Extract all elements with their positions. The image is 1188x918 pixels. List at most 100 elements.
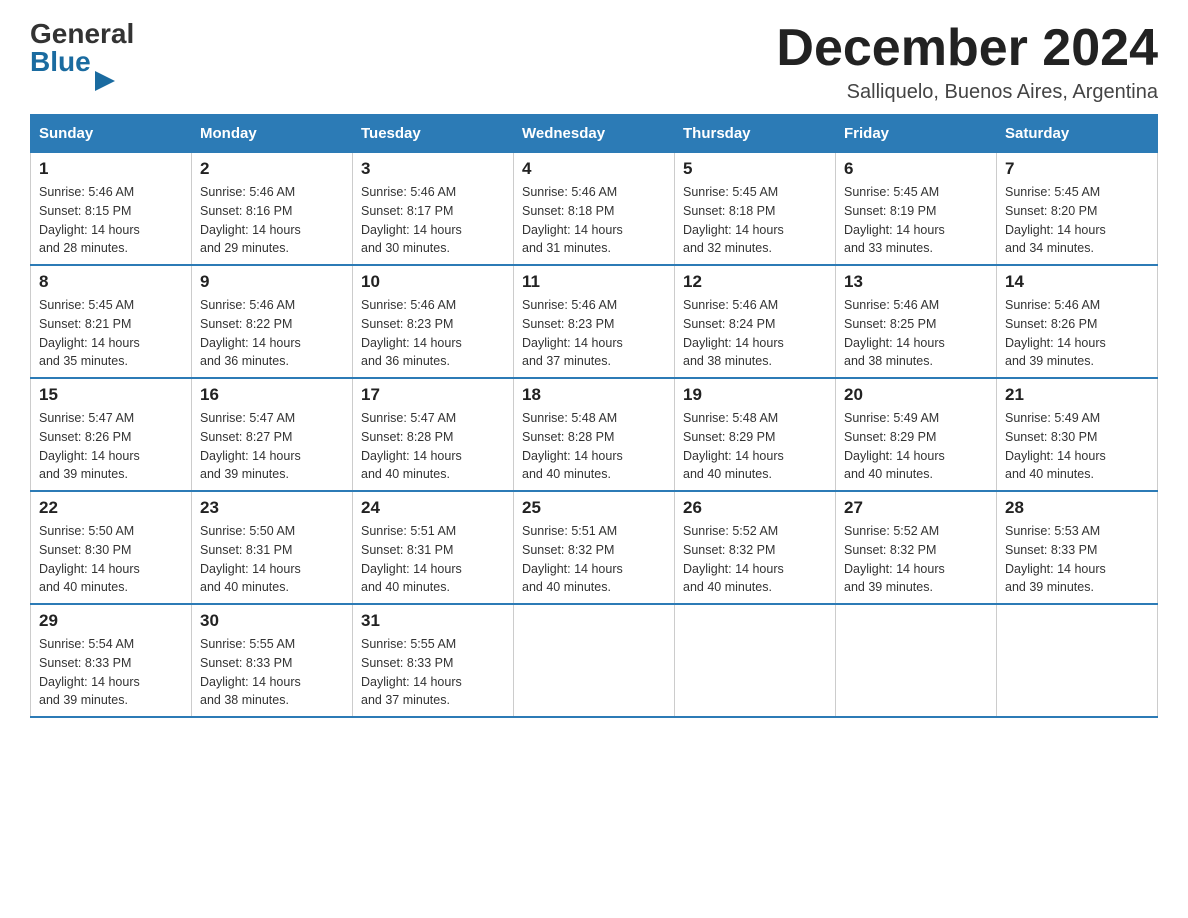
day-number: 19 <box>683 385 827 405</box>
table-row: 19 Sunrise: 5:48 AMSunset: 8:29 PMDaylig… <box>675 378 836 491</box>
day-info: Sunrise: 5:45 AMSunset: 8:20 PMDaylight:… <box>1005 183 1149 258</box>
table-row: 4 Sunrise: 5:46 AMSunset: 8:18 PMDayligh… <box>514 153 675 266</box>
day-number: 22 <box>39 498 183 518</box>
logo-general-text: General <box>30 20 134 48</box>
col-wednesday: Wednesday <box>514 115 675 153</box>
day-info: Sunrise: 5:50 AMSunset: 8:31 PMDaylight:… <box>200 522 344 597</box>
logo-blue-text: Blue <box>30 48 95 76</box>
day-info: Sunrise: 5:46 AMSunset: 8:23 PMDaylight:… <box>522 296 666 371</box>
col-saturday: Saturday <box>997 115 1158 153</box>
header-row: Sunday Monday Tuesday Wednesday Thursday… <box>31 115 1158 153</box>
col-monday: Monday <box>192 115 353 153</box>
day-info: Sunrise: 5:45 AMSunset: 8:21 PMDaylight:… <box>39 296 183 371</box>
day-number: 30 <box>200 611 344 631</box>
day-number: 3 <box>361 159 505 179</box>
day-info: Sunrise: 5:46 AMSunset: 8:25 PMDaylight:… <box>844 296 988 371</box>
day-info: Sunrise: 5:47 AMSunset: 8:26 PMDaylight:… <box>39 409 183 484</box>
day-info: Sunrise: 5:46 AMSunset: 8:24 PMDaylight:… <box>683 296 827 371</box>
day-info: Sunrise: 5:46 AMSunset: 8:17 PMDaylight:… <box>361 183 505 258</box>
day-info: Sunrise: 5:46 AMSunset: 8:22 PMDaylight:… <box>200 296 344 371</box>
table-row: 21 Sunrise: 5:49 AMSunset: 8:30 PMDaylig… <box>997 378 1158 491</box>
day-number: 16 <box>200 385 344 405</box>
table-row: 25 Sunrise: 5:51 AMSunset: 8:32 PMDaylig… <box>514 491 675 604</box>
day-info: Sunrise: 5:49 AMSunset: 8:29 PMDaylight:… <box>844 409 988 484</box>
day-number: 5 <box>683 159 827 179</box>
table-row: 8 Sunrise: 5:45 AMSunset: 8:21 PMDayligh… <box>31 265 192 378</box>
day-info: Sunrise: 5:51 AMSunset: 8:31 PMDaylight:… <box>361 522 505 597</box>
day-info: Sunrise: 5:55 AMSunset: 8:33 PMDaylight:… <box>361 635 505 710</box>
day-info: Sunrise: 5:46 AMSunset: 8:16 PMDaylight:… <box>200 183 344 258</box>
day-number: 24 <box>361 498 505 518</box>
calendar-week-1: 1 Sunrise: 5:46 AMSunset: 8:15 PMDayligh… <box>31 153 1158 266</box>
col-sunday: Sunday <box>31 115 192 153</box>
calendar-table: Sunday Monday Tuesday Wednesday Thursday… <box>30 114 1158 718</box>
day-number: 6 <box>844 159 988 179</box>
day-number: 11 <box>522 272 666 292</box>
table-row: 3 Sunrise: 5:46 AMSunset: 8:17 PMDayligh… <box>353 153 514 266</box>
day-info: Sunrise: 5:52 AMSunset: 8:32 PMDaylight:… <box>683 522 827 597</box>
day-number: 26 <box>683 498 827 518</box>
day-info: Sunrise: 5:45 AMSunset: 8:18 PMDaylight:… <box>683 183 827 258</box>
table-row: 9 Sunrise: 5:46 AMSunset: 8:22 PMDayligh… <box>192 265 353 378</box>
day-number: 17 <box>361 385 505 405</box>
day-number: 25 <box>522 498 666 518</box>
day-info: Sunrise: 5:54 AMSunset: 8:33 PMDaylight:… <box>39 635 183 710</box>
day-number: 10 <box>361 272 505 292</box>
day-number: 7 <box>1005 159 1149 179</box>
table-row: 11 Sunrise: 5:46 AMSunset: 8:23 PMDaylig… <box>514 265 675 378</box>
day-info: Sunrise: 5:48 AMSunset: 8:28 PMDaylight:… <box>522 409 666 484</box>
day-number: 23 <box>200 498 344 518</box>
day-info: Sunrise: 5:53 AMSunset: 8:33 PMDaylight:… <box>1005 522 1149 597</box>
table-row <box>836 604 997 717</box>
table-row: 28 Sunrise: 5:53 AMSunset: 8:33 PMDaylig… <box>997 491 1158 604</box>
table-row: 27 Sunrise: 5:52 AMSunset: 8:32 PMDaylig… <box>836 491 997 604</box>
table-row <box>675 604 836 717</box>
day-number: 15 <box>39 385 183 405</box>
day-number: 12 <box>683 272 827 292</box>
day-number: 20 <box>844 385 988 405</box>
calendar-week-4: 22 Sunrise: 5:50 AMSunset: 8:30 PMDaylig… <box>31 491 1158 604</box>
day-number: 18 <box>522 385 666 405</box>
table-row: 15 Sunrise: 5:47 AMSunset: 8:26 PMDaylig… <box>31 378 192 491</box>
table-row: 6 Sunrise: 5:45 AMSunset: 8:19 PMDayligh… <box>836 153 997 266</box>
day-info: Sunrise: 5:48 AMSunset: 8:29 PMDaylight:… <box>683 409 827 484</box>
day-info: Sunrise: 5:46 AMSunset: 8:18 PMDaylight:… <box>522 183 666 258</box>
day-info: Sunrise: 5:46 AMSunset: 8:23 PMDaylight:… <box>361 296 505 371</box>
calendar-week-3: 15 Sunrise: 5:47 AMSunset: 8:26 PMDaylig… <box>31 378 1158 491</box>
table-row: 20 Sunrise: 5:49 AMSunset: 8:29 PMDaylig… <box>836 378 997 491</box>
day-info: Sunrise: 5:45 AMSunset: 8:19 PMDaylight:… <box>844 183 988 258</box>
month-title: December 2024 <box>776 20 1158 77</box>
table-row: 14 Sunrise: 5:46 AMSunset: 8:26 PMDaylig… <box>997 265 1158 378</box>
table-row: 10 Sunrise: 5:46 AMSunset: 8:23 PMDaylig… <box>353 265 514 378</box>
day-number: 1 <box>39 159 183 179</box>
day-info: Sunrise: 5:50 AMSunset: 8:30 PMDaylight:… <box>39 522 183 597</box>
page-header: General Blue December 2024 Salliquelo, B… <box>30 20 1158 104</box>
table-row <box>997 604 1158 717</box>
table-row: 1 Sunrise: 5:46 AMSunset: 8:15 PMDayligh… <box>31 153 192 266</box>
calendar-week-5: 29 Sunrise: 5:54 AMSunset: 8:33 PMDaylig… <box>31 604 1158 717</box>
col-thursday: Thursday <box>675 115 836 153</box>
col-friday: Friday <box>836 115 997 153</box>
table-row: 5 Sunrise: 5:45 AMSunset: 8:18 PMDayligh… <box>675 153 836 266</box>
day-number: 21 <box>1005 385 1149 405</box>
table-row: 31 Sunrise: 5:55 AMSunset: 8:33 PMDaylig… <box>353 604 514 717</box>
day-number: 28 <box>1005 498 1149 518</box>
table-row: 22 Sunrise: 5:50 AMSunset: 8:30 PMDaylig… <box>31 491 192 604</box>
day-info: Sunrise: 5:55 AMSunset: 8:33 PMDaylight:… <box>200 635 344 710</box>
table-row: 29 Sunrise: 5:54 AMSunset: 8:33 PMDaylig… <box>31 604 192 717</box>
day-number: 9 <box>200 272 344 292</box>
day-number: 31 <box>361 611 505 631</box>
table-row: 30 Sunrise: 5:55 AMSunset: 8:33 PMDaylig… <box>192 604 353 717</box>
table-row: 16 Sunrise: 5:47 AMSunset: 8:27 PMDaylig… <box>192 378 353 491</box>
location-text: Salliquelo, Buenos Aires, Argentina <box>776 81 1158 104</box>
table-row: 7 Sunrise: 5:45 AMSunset: 8:20 PMDayligh… <box>997 153 1158 266</box>
day-info: Sunrise: 5:46 AMSunset: 8:15 PMDaylight:… <box>39 183 183 258</box>
day-info: Sunrise: 5:47 AMSunset: 8:28 PMDaylight:… <box>361 409 505 484</box>
day-number: 8 <box>39 272 183 292</box>
day-info: Sunrise: 5:51 AMSunset: 8:32 PMDaylight:… <box>522 522 666 597</box>
logo-arrow-icon <box>95 71 115 91</box>
col-tuesday: Tuesday <box>353 115 514 153</box>
day-info: Sunrise: 5:46 AMSunset: 8:26 PMDaylight:… <box>1005 296 1149 371</box>
table-row: 26 Sunrise: 5:52 AMSunset: 8:32 PMDaylig… <box>675 491 836 604</box>
title-section: December 2024 Salliquelo, Buenos Aires, … <box>776 20 1158 104</box>
